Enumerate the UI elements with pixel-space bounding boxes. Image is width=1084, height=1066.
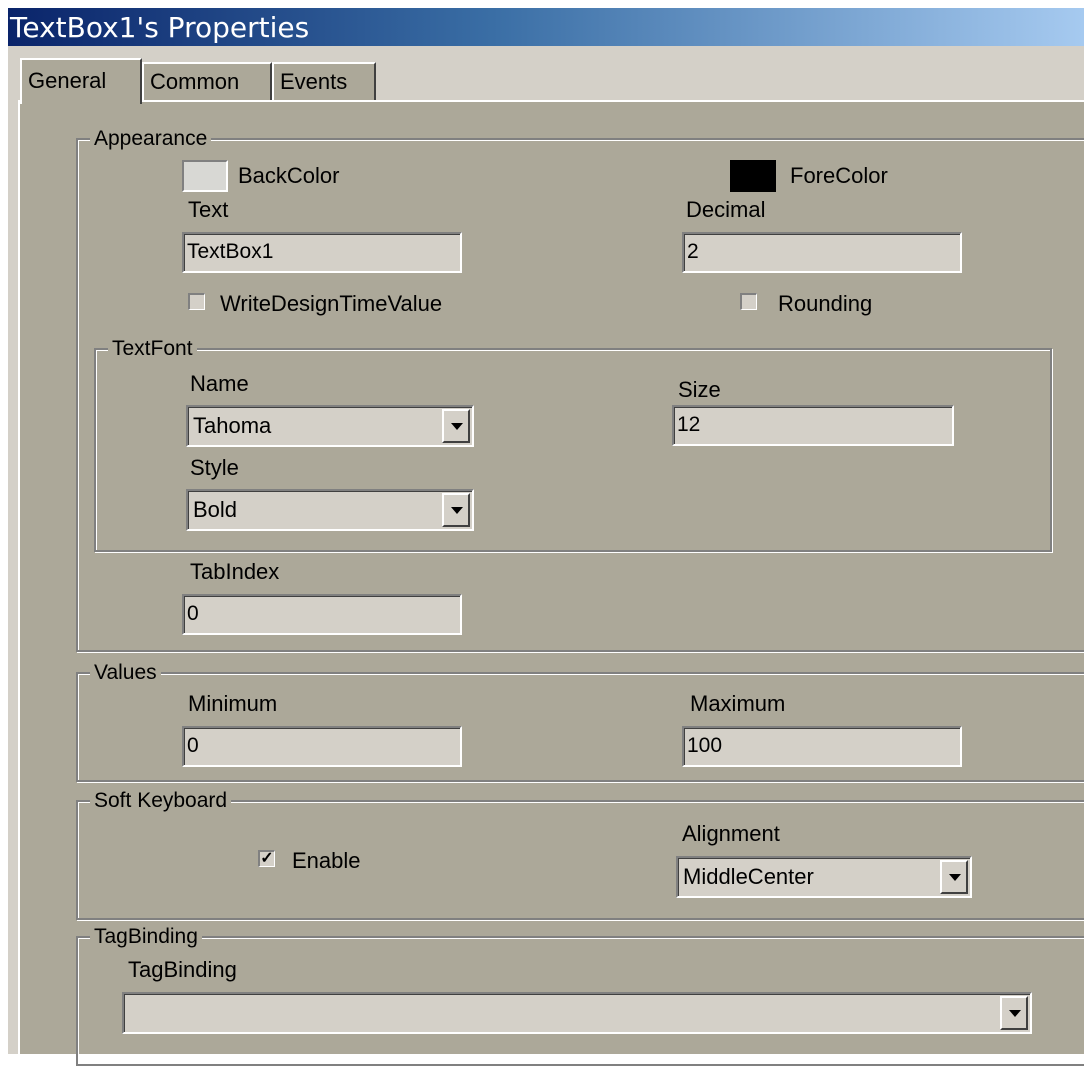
title-bar: TextBox1's Properties [8,8,1084,46]
tagbinding-legend: TagBinding [90,926,202,948]
minimum-label: Minimum [188,691,278,716]
decimal-field[interactable]: 2 [682,232,962,273]
chevron-down-icon[interactable] [1000,996,1028,1030]
chevron-down-icon[interactable] [940,860,968,894]
font-name-value: Tahoma [193,413,272,438]
font-name-label: Name [190,371,249,396]
forecolor-swatch[interactable] [730,160,776,192]
appearance-legend: Appearance [90,128,212,150]
tagbinding-dropdown[interactable] [122,992,1032,1034]
font-size-label: Size [678,377,721,402]
text-label: Text [188,197,229,222]
font-style-value: Bold [193,497,238,522]
font-size-field[interactable]: 12 [672,405,954,446]
tagbinding-label: TagBinding [128,957,237,982]
window-title: TextBox1's Properties [10,11,310,44]
enable-label: Enable [292,848,361,873]
chevron-down-icon[interactable] [442,493,470,527]
textfont-legend: TextFont [108,338,197,360]
maximum-field[interactable]: 100 [682,726,962,767]
enable-checkbox[interactable]: ✓ [258,850,275,867]
write-design-time-checkbox[interactable] [188,293,205,310]
backcolor-label: BackColor [238,163,340,188]
alignment-dropdown[interactable]: MiddleCenter [676,856,972,898]
rounding-label: Rounding [778,291,873,316]
tab-events[interactable]: Events [272,62,376,100]
forecolor-label: ForeColor [790,163,888,188]
font-style-dropdown[interactable]: Bold [186,489,474,531]
chevron-down-icon[interactable] [442,409,470,443]
font-style-label: Style [190,455,239,480]
rounding-checkbox[interactable] [740,293,757,310]
maximum-label: Maximum [690,691,786,716]
minimum-field[interactable]: 0 [182,726,462,767]
values-legend: Values [90,662,161,684]
soft-keyboard-legend: Soft Keyboard [90,790,232,812]
decimal-label: Decimal [686,197,766,222]
tabindex-field[interactable]: 0 [182,594,462,635]
alignment-value: MiddleCenter [683,864,814,889]
alignment-label: Alignment [682,821,780,846]
tab-general[interactable]: General [20,58,142,104]
tab-common[interactable]: Common [142,62,272,100]
font-name-dropdown[interactable]: Tahoma [186,405,474,447]
text-field[interactable]: TextBox1 [182,232,462,273]
tabindex-label: TabIndex [190,559,280,584]
backcolor-swatch[interactable] [182,160,228,192]
write-design-time-label: WriteDesignTimeValue [220,291,443,316]
